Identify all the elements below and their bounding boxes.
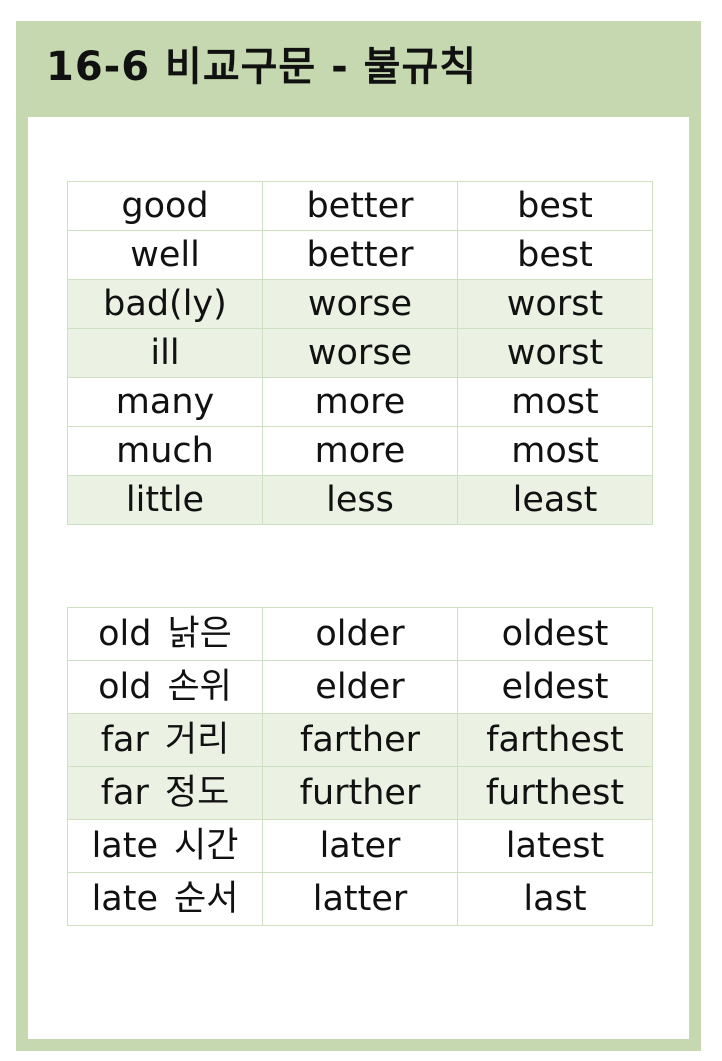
comparative-cell: worse xyxy=(262,279,458,329)
base-word: far xyxy=(100,772,149,813)
base-form-cell: ill xyxy=(67,328,263,378)
page-frame: 16-6 비교구문 - 불규칙 good better best well be… xyxy=(16,21,701,1051)
page-title: 16-6 비교구문 - 불규칙 xyxy=(46,44,478,90)
meaning-gloss: 시간 xyxy=(174,825,239,866)
base-word: old xyxy=(98,613,152,654)
comparative-cell: less xyxy=(262,475,458,525)
table-row: late 순서 latter last xyxy=(67,872,653,926)
superlative-cell: oldest xyxy=(457,607,653,661)
base-word: late xyxy=(91,825,159,866)
meaning-gloss: 거리 xyxy=(164,719,230,760)
base-form-cell: good xyxy=(67,181,263,231)
comparative-cell: farther xyxy=(262,713,458,767)
superlative-cell: most xyxy=(457,377,653,427)
table-row: good better best xyxy=(67,181,653,231)
table-row: late 시간 later latest xyxy=(67,819,653,873)
superlative-cell: furthest xyxy=(457,766,653,820)
meaning-gloss: 정도 xyxy=(164,772,230,813)
comparative-cell: worse xyxy=(262,328,458,378)
table-row: bad(ly) worse worst xyxy=(67,279,653,329)
table-row: far 거리 farther farthest xyxy=(67,713,653,767)
table-row: ill worse worst xyxy=(67,328,653,378)
base-form-cell: much xyxy=(67,426,263,476)
comparative-cell: more xyxy=(262,426,458,476)
base-form-cell: old 손위 xyxy=(67,660,263,714)
meaning-gloss: 낡은 xyxy=(167,613,232,654)
comparative-cell: latter xyxy=(262,872,458,926)
meaning-gloss: 손위 xyxy=(167,666,232,707)
table-row: well better best xyxy=(67,230,653,280)
comparative-cell: older xyxy=(262,607,458,661)
irregular-comparison-table-1: good better best well better best bad(ly… xyxy=(67,181,653,525)
comparative-cell: later xyxy=(262,819,458,873)
superlative-cell: most xyxy=(457,426,653,476)
superlative-cell: last xyxy=(457,872,653,926)
superlative-cell: best xyxy=(457,230,653,280)
base-word: late xyxy=(91,878,159,919)
superlative-cell: best xyxy=(457,181,653,231)
content-panel: good better best well better best bad(ly… xyxy=(28,117,689,1039)
base-form-cell: well xyxy=(67,230,263,280)
table-row: many more most xyxy=(67,377,653,427)
table-row: far 정도 further furthest xyxy=(67,766,653,820)
base-form-cell: late 시간 xyxy=(67,819,263,873)
base-form-cell: bad(ly) xyxy=(67,279,263,329)
base-word: far xyxy=(100,719,149,760)
comparative-cell: more xyxy=(262,377,458,427)
table-row: little less least xyxy=(67,475,653,525)
comparative-cell: better xyxy=(262,230,458,280)
superlative-cell: worst xyxy=(457,279,653,329)
superlative-cell: farthest xyxy=(457,713,653,767)
superlative-cell: least xyxy=(457,475,653,525)
table-row: much more most xyxy=(67,426,653,476)
base-form-cell: little xyxy=(67,475,263,525)
base-form-cell: many xyxy=(67,377,263,427)
comparative-cell: elder xyxy=(262,660,458,714)
base-form-cell: late 순서 xyxy=(67,872,263,926)
base-form-cell: far 거리 xyxy=(67,713,263,767)
superlative-cell: latest xyxy=(457,819,653,873)
superlative-cell: worst xyxy=(457,328,653,378)
meaning-gloss: 순서 xyxy=(174,878,239,919)
base-form-cell: far 정도 xyxy=(67,766,263,820)
superlative-cell: eldest xyxy=(457,660,653,714)
irregular-comparison-table-2: old 낡은 older oldest old 손위 elder eldest fa… xyxy=(67,607,653,926)
base-form-cell: old 낡은 xyxy=(67,607,263,661)
table-row: old 손위 elder eldest xyxy=(67,660,653,714)
comparative-cell: better xyxy=(262,181,458,231)
base-word: old xyxy=(98,666,152,707)
table-row: old 낡은 older oldest xyxy=(67,607,653,661)
comparative-cell: further xyxy=(262,766,458,820)
